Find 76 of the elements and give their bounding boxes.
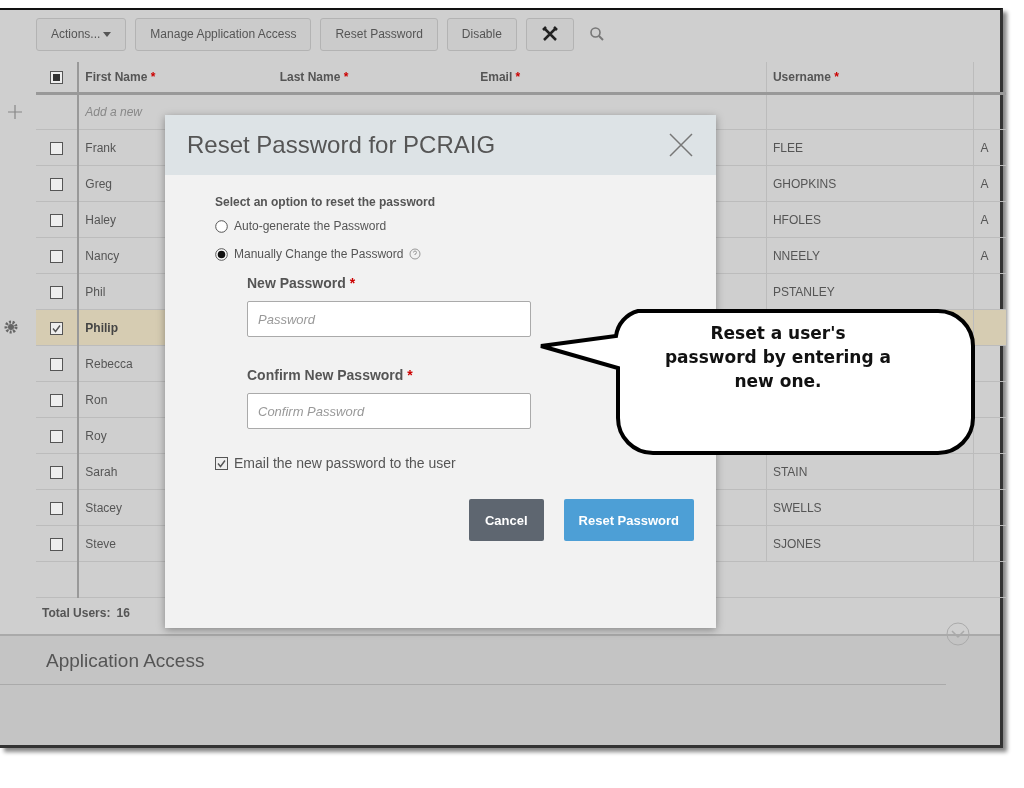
field-label: Confirm New Password	[247, 367, 404, 383]
close-button[interactable]	[668, 132, 694, 158]
select-all-checkbox[interactable]	[50, 71, 64, 85]
required-mark: *	[150, 70, 156, 84]
checkbox[interactable]	[50, 357, 64, 371]
password-field[interactable]: Confirm Password	[247, 393, 531, 429]
total-label: Total Users:	[42, 606, 111, 620]
radio-button[interactable]	[215, 219, 228, 233]
checkbox[interactable]	[50, 177, 64, 191]
caret-icon	[103, 31, 112, 37]
table-cell: Nancy	[85, 248, 120, 263]
prompt-text: Select an option to reset the password	[215, 195, 437, 209]
table-cell: GHOPKINS	[772, 176, 837, 191]
checkbox[interactable]	[50, 285, 64, 299]
checkbox-label[interactable]: Email the new password to the user	[234, 455, 456, 471]
tools-button[interactable]	[525, 17, 574, 51]
required-mark: *	[349, 275, 356, 291]
required-mark: *	[834, 70, 839, 84]
table-cell: SWELLS	[772, 500, 822, 515]
tools-icon	[540, 25, 559, 43]
total-value: 16	[116, 606, 130, 620]
column-header[interactable]: Username	[772, 70, 831, 84]
column-header[interactable]: First Name	[85, 70, 148, 84]
required-mark: *	[407, 367, 413, 383]
toolbar-button[interactable]: Manage Application Access	[135, 17, 312, 51]
reset-password-button[interactable]: Reset Password	[563, 499, 694, 541]
callout-text: Reset a user's password by entering a new one.	[663, 322, 893, 393]
toolbar-button[interactable]: Disable	[446, 17, 517, 51]
password-field[interactable]: Password	[247, 301, 531, 337]
table-cell: FLEE	[772, 140, 803, 155]
required-mark: *	[515, 70, 521, 84]
checkbox[interactable]	[50, 465, 64, 479]
dialog-title: Reset Password for PCRAIG	[187, 131, 496, 159]
collapse-toggle-icon[interactable]	[946, 622, 970, 646]
table-cell: Phil	[85, 284, 106, 299]
checkbox[interactable]	[50, 249, 64, 263]
checkbox[interactable]	[50, 501, 64, 515]
checkbox[interactable]	[50, 429, 64, 443]
toolbar-button[interactable]: Reset Password	[320, 17, 438, 51]
table-cell: PSTANLEY	[772, 284, 835, 299]
table-cell: Greg	[85, 176, 112, 191]
radio-button[interactable]	[215, 247, 228, 261]
table-cell: Ron	[85, 392, 108, 407]
table-cell: Roy	[85, 428, 107, 443]
checkbox[interactable]	[50, 141, 64, 155]
checkbox[interactable]	[215, 456, 228, 470]
actions-dropdown[interactable]: Actions...	[36, 17, 127, 51]
required-mark: *	[343, 70, 349, 84]
table-cell: A	[980, 212, 989, 227]
section-title: Application Access	[0, 636, 946, 685]
table-cell: Philip	[85, 320, 118, 335]
table-cell: A	[980, 248, 989, 263]
checkbox[interactable]	[50, 537, 64, 551]
table-cell: NNEELY	[772, 248, 821, 263]
table-cell: HFOLES	[772, 212, 821, 227]
table-cell: Sarah	[85, 464, 118, 479]
table-cell: SJONES	[772, 536, 821, 551]
table-cell: Stacey	[85, 500, 122, 515]
table-cell: Rebecca	[85, 356, 133, 371]
checkbox[interactable]	[50, 213, 64, 227]
table-cell: Frank	[85, 140, 116, 155]
field-label: New Password	[247, 275, 346, 291]
radio-label[interactable]: Auto-generate the Password	[234, 219, 387, 233]
cancel-button[interactable]: Cancel	[468, 499, 544, 541]
search-icon[interactable]	[588, 26, 605, 42]
table-cell: A	[980, 140, 989, 155]
gear-icon[interactable]	[4, 320, 18, 334]
table-cell: A	[980, 176, 989, 191]
table-cell: Steve	[85, 536, 116, 551]
column-header[interactable]: Email	[480, 70, 513, 84]
radio-label[interactable]: Manually Change the Password	[234, 247, 404, 261]
checkbox[interactable]	[50, 393, 64, 407]
column-header[interactable]: Last Name	[279, 70, 341, 84]
checkbox[interactable]	[50, 321, 64, 335]
table-cell: Haley	[85, 212, 116, 227]
table-cell: STAIN	[772, 464, 808, 479]
